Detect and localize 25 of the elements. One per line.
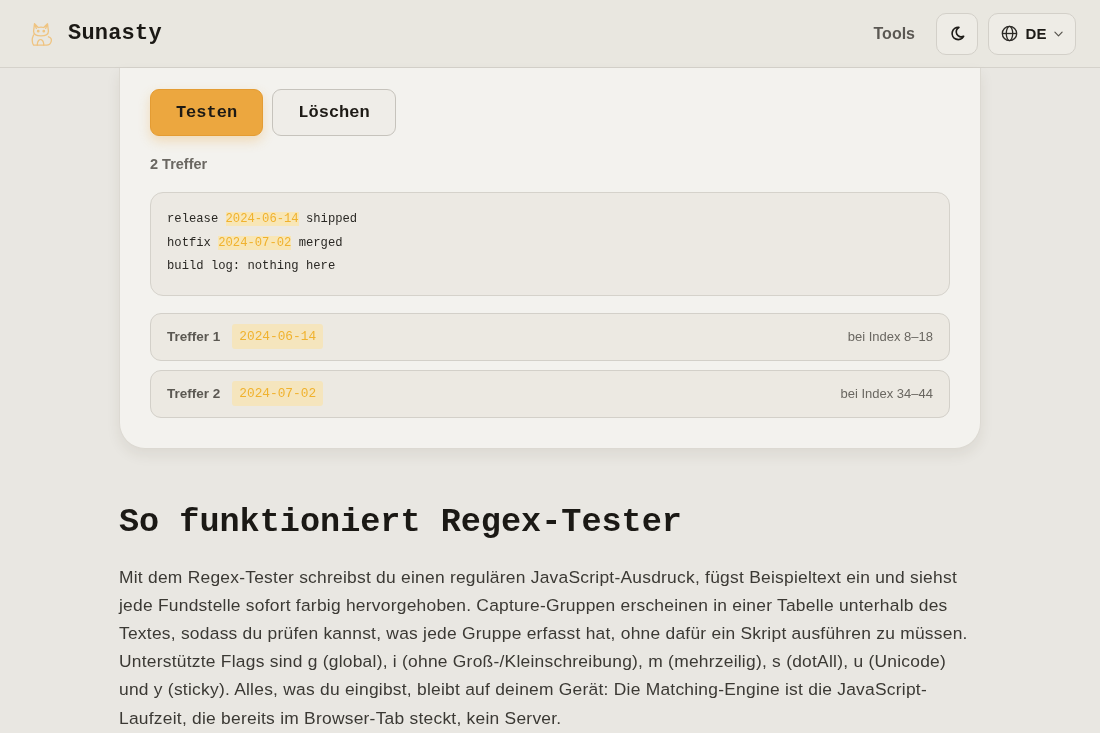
match-position: bei Index 8–18 bbox=[847, 329, 933, 344]
nav-link[interactable]: Tools bbox=[873, 24, 915, 43]
code-text: hotfix bbox=[167, 235, 212, 250]
highlighted-match: 2024-07-02 bbox=[218, 235, 292, 250]
match-value: 2024-06-14 bbox=[232, 324, 324, 349]
match-position: bei Index 34–44 bbox=[840, 386, 933, 401]
match-value: 2024-07-02 bbox=[232, 381, 324, 406]
moon-icon bbox=[949, 26, 965, 41]
globe-icon bbox=[1000, 25, 1018, 42]
section-paragraph: Mit dem Regex-Tester schreibst du einen regulären JavaScript-Ausdruck, fügst Beispieltext ein und siehst jede Fundstelle sofort farbig hervorgehoben. Capture-Gruppen erscheinen in einer Tabelle unterhalb des Textes, sodass du prüfen kannst, was jede Gruppe erfasst hat, ohne dafür ein Skript ausführen zu müssen. Unterstützte Flags sind g (global), i (ohne Groß-/Kleinschreibung), m (mehrzeilig), s (dotAll), u (Unicode) und y (sticky). Alles, was du eingibst, bleibt auf deinem Gerät: Die Matching-Engine ist die JavaScript-Laufzeit, die bereits im Browser-Tab steckt, kein Server. bbox=[119, 565, 969, 730]
code-text: merged bbox=[297, 235, 343, 250]
brand-name[interactable]: Sunasty bbox=[68, 21, 162, 46]
match-count: 2 Treffer bbox=[150, 155, 209, 173]
theme-toggle-button[interactable] bbox=[936, 12, 978, 55]
code-text: release bbox=[167, 212, 220, 226]
highlighted-match: 2024-06-14 bbox=[225, 212, 299, 226]
chevron-down-icon bbox=[1054, 30, 1064, 37]
test-button[interactable]: Testen bbox=[150, 89, 263, 136]
match-label: Treffer 2 bbox=[167, 386, 221, 401]
language-button[interactable]: DE bbox=[988, 12, 1076, 55]
code-text: build log: nothing here bbox=[167, 259, 336, 273]
code-text: shipped bbox=[304, 212, 358, 226]
clear-button[interactable]: Löschen bbox=[272, 89, 396, 136]
section-heading: So funktioniert Regex-Tester bbox=[119, 501, 683, 543]
match-label: Treffer 1 bbox=[167, 329, 221, 344]
